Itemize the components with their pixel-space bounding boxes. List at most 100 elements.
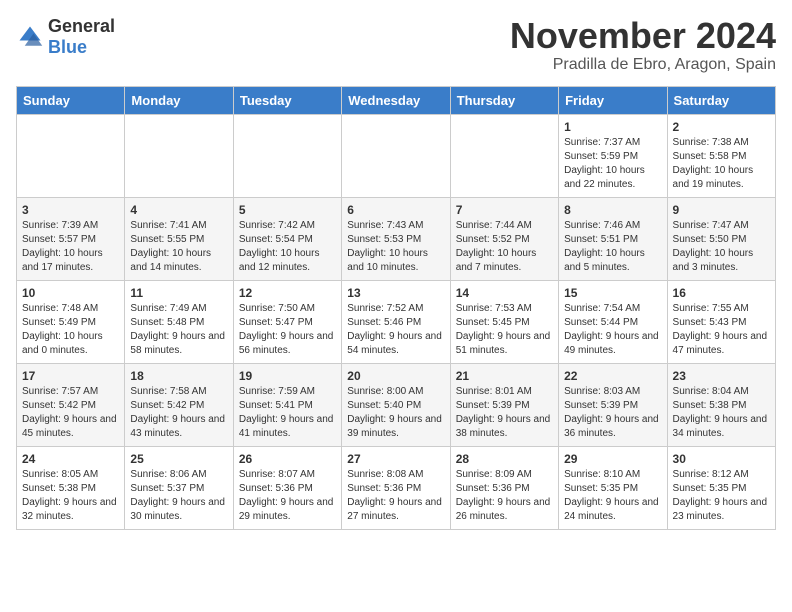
day-number: 29 (564, 452, 661, 466)
day-info: Sunrise: 7:59 AM Sunset: 5:41 PM Dayligh… (239, 385, 336, 441)
header-area: General Blue November 2024 Pradilla de E… (16, 16, 776, 74)
calendar-cell: 14 Sunrise: 7:53 AM Sunset: 5:45 PM Dayli… (450, 280, 558, 363)
day-number: 27 (347, 452, 444, 466)
day-number: 15 (564, 286, 661, 300)
title-area: November 2024 Pradilla de Ebro, Aragon, … (510, 16, 776, 74)
day-info: Sunrise: 7:39 AM Sunset: 5:57 PM Dayligh… (22, 219, 119, 275)
logo: General Blue (16, 16, 115, 58)
location-title: Pradilla de Ebro, Aragon, Spain (510, 56, 776, 74)
calendar-cell: 24 Sunrise: 8:05 AM Sunset: 5:38 PM Dayli… (17, 446, 125, 529)
calendar-cell: 10Sunrise: 7:48 AM Sunset: 5:49 PM Dayli… (17, 280, 125, 363)
day-info: Sunrise: 7:54 AM Sunset: 5:44 PM Dayligh… (564, 302, 661, 358)
calendar-cell: 27 Sunrise: 8:08 AM Sunset: 5:36 PM Dayli… (342, 446, 450, 529)
day-number: 19 (239, 369, 336, 383)
day-number: 11 (130, 286, 227, 300)
calendar-cell: 29Sunrise: 8:10 AM Sunset: 5:35 PM Dayli… (559, 446, 667, 529)
calendar-cell: 17Sunrise: 7:57 AM Sunset: 5:42 PM Dayli… (17, 363, 125, 446)
calendar-cell: 1 Sunrise: 7:37 AM Sunset: 5:59 PM Daylig… (559, 114, 667, 197)
day-info: Sunrise: 8:09 AM Sunset: 5:36 PM Dayligh… (456, 468, 553, 524)
day-number: 2 (673, 120, 770, 134)
calendar-week-row: 24 Sunrise: 8:05 AM Sunset: 5:38 PM Dayli… (17, 446, 776, 529)
day-number: 6 (347, 203, 444, 217)
day-number: 5 (239, 203, 336, 217)
day-number: 12 (239, 286, 336, 300)
day-header: Thursday (450, 86, 558, 114)
calendar-cell: 30 Sunrise: 8:12 AM Sunset: 5:35 PM Dayli… (667, 446, 775, 529)
day-info: Sunrise: 7:42 AM Sunset: 5:54 PM Dayligh… (239, 219, 336, 275)
day-number: 28 (456, 452, 553, 466)
day-header: Saturday (667, 86, 775, 114)
day-info: Sunrise: 8:00 AM Sunset: 5:40 PM Dayligh… (347, 385, 444, 441)
day-header: Tuesday (233, 86, 341, 114)
calendar-cell: 15 Sunrise: 7:54 AM Sunset: 5:44 PM Dayli… (559, 280, 667, 363)
day-info: Sunrise: 7:58 AM Sunset: 5:42 PM Dayligh… (130, 385, 227, 441)
calendar-cell: 28 Sunrise: 8:09 AM Sunset: 5:36 PM Dayli… (450, 446, 558, 529)
day-header: Friday (559, 86, 667, 114)
day-info: Sunrise: 8:04 AM Sunset: 5:38 PM Dayligh… (673, 385, 770, 441)
day-number: 17 (22, 369, 119, 383)
day-info: Sunrise: 8:07 AM Sunset: 5:36 PM Dayligh… (239, 468, 336, 524)
day-info: Sunrise: 7:43 AM Sunset: 5:53 PM Dayligh… (347, 219, 444, 275)
calendar-cell (125, 114, 233, 197)
day-number: 3 (22, 203, 119, 217)
day-number: 21 (456, 369, 553, 383)
day-info: Sunrise: 8:05 AM Sunset: 5:38 PM Dayligh… (22, 468, 119, 524)
day-number: 24 (22, 452, 119, 466)
day-info: Sunrise: 8:12 AM Sunset: 5:35 PM Dayligh… (673, 468, 770, 524)
day-number: 23 (673, 369, 770, 383)
day-info: Sunrise: 8:06 AM Sunset: 5:37 PM Dayligh… (130, 468, 227, 524)
calendar-header: SundayMondayTuesdayWednesdayThursdayFrid… (17, 86, 776, 114)
day-info: Sunrise: 7:37 AM Sunset: 5:59 PM Dayligh… (564, 136, 661, 192)
day-number: 25 (130, 452, 227, 466)
day-number: 4 (130, 203, 227, 217)
day-number: 9 (673, 203, 770, 217)
calendar-week-row: 10Sunrise: 7:48 AM Sunset: 5:49 PM Dayli… (17, 280, 776, 363)
calendar-cell: 3 Sunrise: 7:39 AM Sunset: 5:57 PM Daylig… (17, 197, 125, 280)
calendar-table: SundayMondayTuesdayWednesdayThursdayFrid… (16, 86, 776, 530)
month-title: November 2024 (510, 16, 776, 56)
day-info: Sunrise: 7:50 AM Sunset: 5:47 PM Dayligh… (239, 302, 336, 358)
calendar-cell: 8 Sunrise: 7:46 AM Sunset: 5:51 PM Daylig… (559, 197, 667, 280)
header-row: SundayMondayTuesdayWednesdayThursdayFrid… (17, 86, 776, 114)
calendar-week-row: 3 Sunrise: 7:39 AM Sunset: 5:57 PM Daylig… (17, 197, 776, 280)
day-number: 22 (564, 369, 661, 383)
calendar-cell: 19 Sunrise: 7:59 AM Sunset: 5:41 PM Dayli… (233, 363, 341, 446)
day-header: Sunday (17, 86, 125, 114)
calendar-week-row: 17Sunrise: 7:57 AM Sunset: 5:42 PM Dayli… (17, 363, 776, 446)
calendar-cell: 22Sunrise: 8:03 AM Sunset: 5:39 PM Dayli… (559, 363, 667, 446)
day-info: Sunrise: 7:52 AM Sunset: 5:46 PM Dayligh… (347, 302, 444, 358)
day-number: 10 (22, 286, 119, 300)
day-info: Sunrise: 7:55 AM Sunset: 5:43 PM Dayligh… (673, 302, 770, 358)
calendar-cell: 21 Sunrise: 8:01 AM Sunset: 5:39 PM Dayli… (450, 363, 558, 446)
calendar-cell: 9 Sunrise: 7:47 AM Sunset: 5:50 PM Daylig… (667, 197, 775, 280)
calendar-cell: 23 Sunrise: 8:04 AM Sunset: 5:38 PM Dayli… (667, 363, 775, 446)
calendar-cell (233, 114, 341, 197)
day-number: 16 (673, 286, 770, 300)
day-info: Sunrise: 8:08 AM Sunset: 5:36 PM Dayligh… (347, 468, 444, 524)
day-number: 20 (347, 369, 444, 383)
day-info: Sunrise: 8:01 AM Sunset: 5:39 PM Dayligh… (456, 385, 553, 441)
day-number: 7 (456, 203, 553, 217)
day-header: Monday (125, 86, 233, 114)
calendar-cell: 5 Sunrise: 7:42 AM Sunset: 5:54 PM Daylig… (233, 197, 341, 280)
logo-icon (16, 23, 44, 51)
day-number: 30 (673, 452, 770, 466)
day-header: Wednesday (342, 86, 450, 114)
day-info: Sunrise: 7:41 AM Sunset: 5:55 PM Dayligh… (130, 219, 227, 275)
day-number: 1 (564, 120, 661, 134)
day-info: Sunrise: 7:49 AM Sunset: 5:48 PM Dayligh… (130, 302, 227, 358)
calendar-cell: 18Sunrise: 7:58 AM Sunset: 5:42 PM Dayli… (125, 363, 233, 446)
day-number: 8 (564, 203, 661, 217)
calendar-cell (342, 114, 450, 197)
calendar-cell: 12 Sunrise: 7:50 AM Sunset: 5:47 PM Dayli… (233, 280, 341, 363)
day-info: Sunrise: 7:46 AM Sunset: 5:51 PM Dayligh… (564, 219, 661, 275)
calendar-cell (17, 114, 125, 197)
day-number: 13 (347, 286, 444, 300)
day-info: Sunrise: 7:53 AM Sunset: 5:45 PM Dayligh… (456, 302, 553, 358)
day-info: Sunrise: 7:47 AM Sunset: 5:50 PM Dayligh… (673, 219, 770, 275)
day-number: 14 (456, 286, 553, 300)
calendar-cell: 7Sunrise: 7:44 AM Sunset: 5:52 PM Daylig… (450, 197, 558, 280)
calendar-cell: 26Sunrise: 8:07 AM Sunset: 5:36 PM Dayli… (233, 446, 341, 529)
calendar-cell: 4 Sunrise: 7:41 AM Sunset: 5:55 PM Daylig… (125, 197, 233, 280)
calendar-cell: 25 Sunrise: 8:06 AM Sunset: 5:37 PM Dayli… (125, 446, 233, 529)
